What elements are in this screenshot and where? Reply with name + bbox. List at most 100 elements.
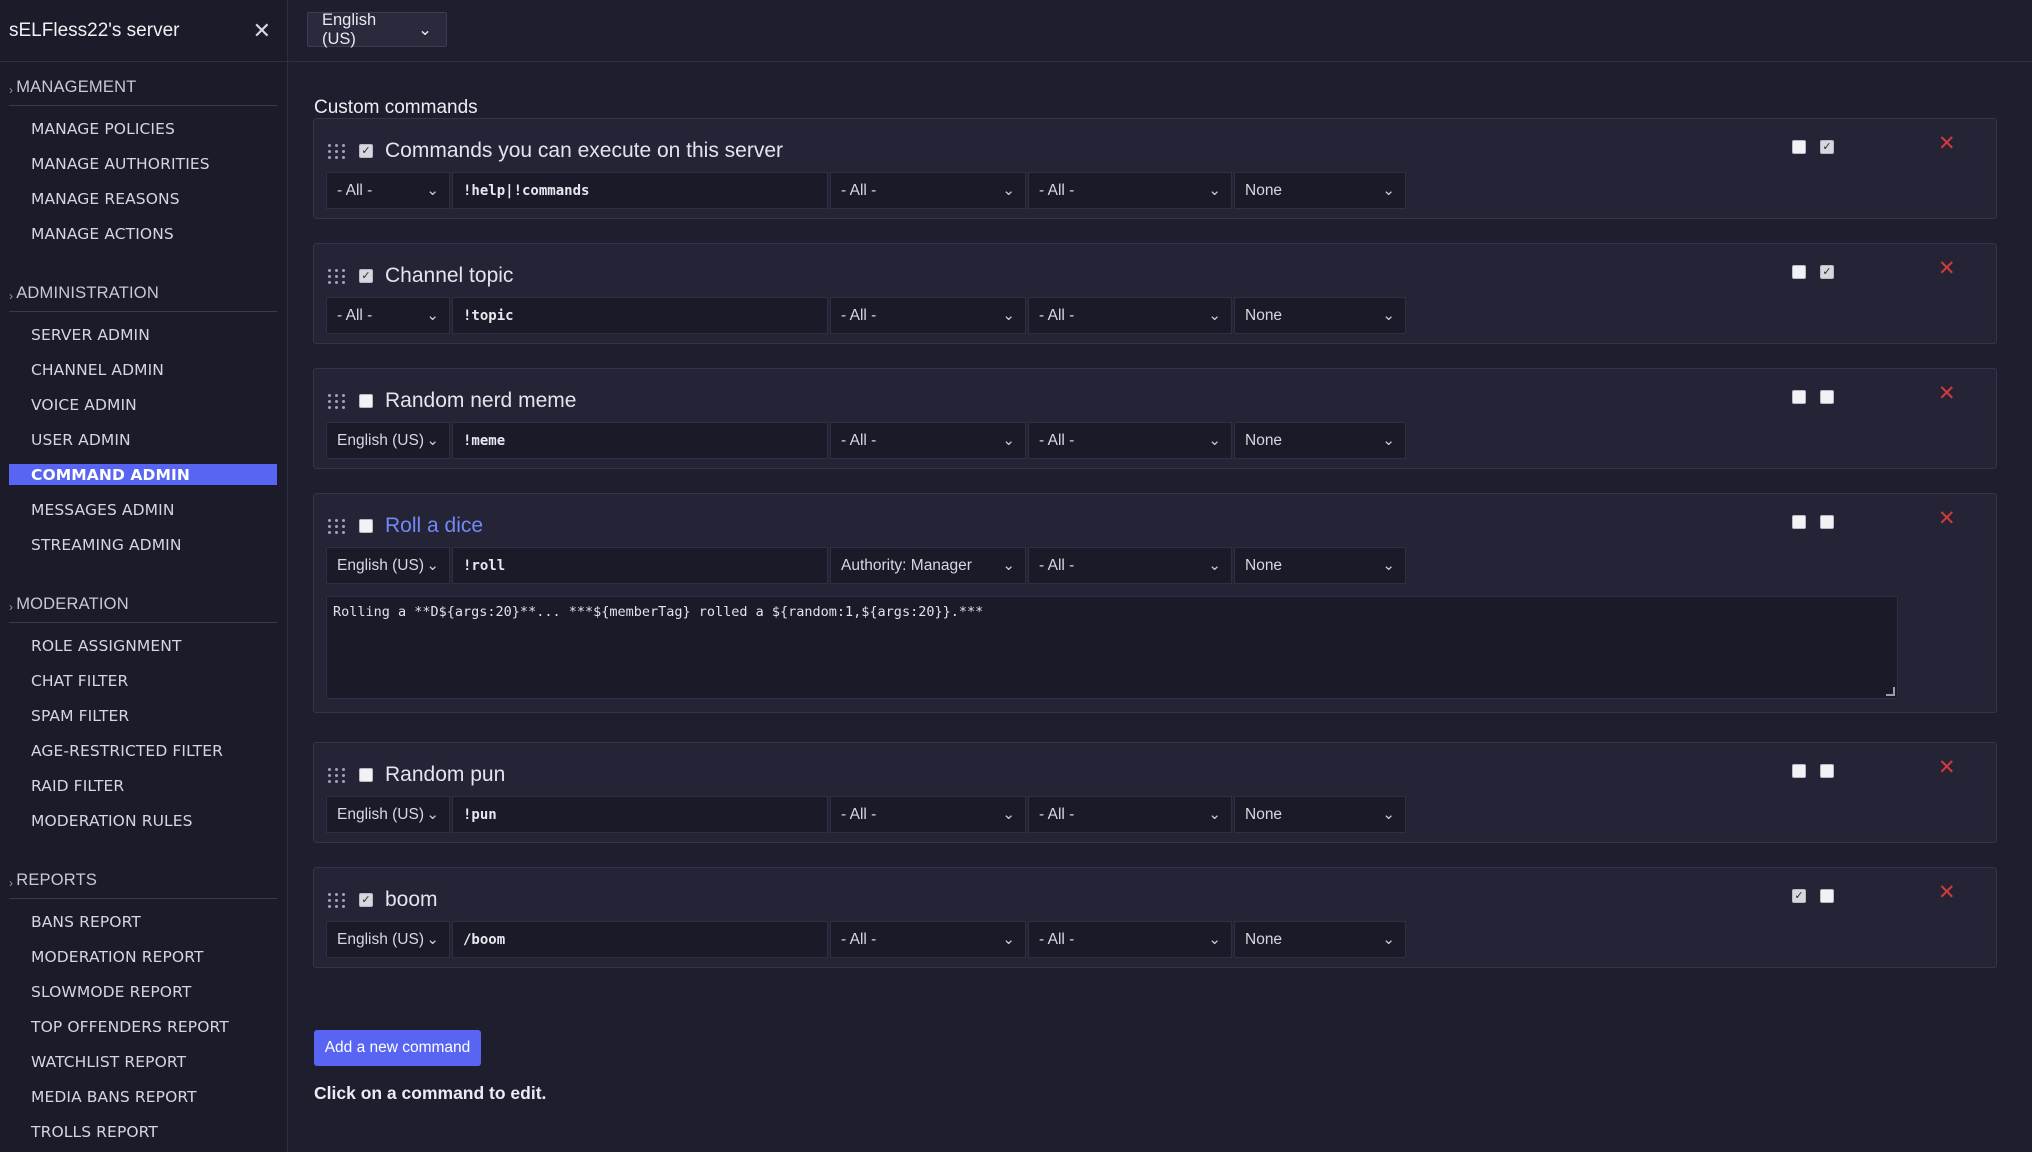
response-textarea[interactable]: Rolling a **D${args:20}**... ***${member… — [326, 596, 1898, 699]
command-flag-b-checkbox[interactable] — [1820, 889, 1834, 903]
sidebar-item-manage-reasons[interactable]: MANAGE REASONS — [9, 188, 277, 209]
sidebar-item-user-admin[interactable]: USER ADMIN — [9, 429, 277, 450]
command-name[interactable]: Random nerd meme — [385, 389, 576, 413]
delete-icon[interactable]: ✕ — [1938, 882, 1956, 903]
command-card[interactable]: Random nerd meme ✕ English (US) ⌄ !meme - All… — [313, 368, 1997, 469]
delete-icon[interactable]: ✕ — [1938, 258, 1956, 279]
sidebar-item-media-bans-report[interactable]: MEDIA BANS REPORT — [9, 1086, 277, 1107]
sidebar-item-trolls-report[interactable]: TROLLS REPORT — [9, 1121, 277, 1142]
sidebar-item-age-restricted-filter[interactable]: AGE-RESTRICTED FILTER — [9, 740, 277, 761]
command-card[interactable]: Random pun ✕ English (US) ⌄ !pun - All - ⌄ - Al… — [313, 742, 1997, 843]
sidebar-item-slowmode-report[interactable]: SLOWMODE REPORT — [9, 981, 277, 1002]
command-card[interactable]: ✓ Channel topic ✓ ✕ - All - ⌄ !topic - All - ⌄ - … — [313, 243, 1997, 344]
sidebar-item-manage-actions[interactable]: MANAGE ACTIONS — [9, 223, 277, 244]
command-enabled-checkbox[interactable]: ✓ — [359, 893, 373, 907]
sidebar-item-watchlist-report[interactable]: WATCHLIST REPORT — [9, 1051, 277, 1072]
trigger-input[interactable]: !help|!commands — [452, 172, 828, 209]
section-title[interactable]: › MANAGEMENT — [9, 62, 277, 106]
drag-handle-icon[interactable] — [328, 892, 346, 908]
delete-icon[interactable]: ✕ — [1938, 757, 1956, 778]
command-card[interactable]: ✓ boom ✓ ✕ English (US) ⌄/boom - All - ⌄ - All -… — [313, 867, 1997, 968]
drag-handle-icon[interactable] — [328, 393, 346, 409]
response-type-select[interactable]: None ⌄ — [1234, 422, 1406, 459]
sidebar-item-command-admin[interactable]: COMMAND ADMIN — [9, 464, 277, 485]
command-name[interactable]: boom — [385, 888, 438, 912]
command-name[interactable]: Commands you can execute on this server — [385, 139, 783, 163]
close-icon[interactable]: ✕ — [253, 19, 271, 42]
language-select[interactable]: - All - ⌄ — [326, 297, 450, 334]
command-flag-a-checkbox[interactable] — [1792, 390, 1806, 404]
trigger-input[interactable]: !topic — [452, 297, 828, 334]
command-flag-b-checkbox[interactable] — [1820, 390, 1834, 404]
drag-handle-icon[interactable] — [328, 518, 346, 534]
command-enabled-checkbox[interactable]: ✓ — [359, 144, 373, 158]
sidebar-item-moderation-rules[interactable]: MODERATION RULES — [9, 810, 277, 831]
language-select[interactable]: English (US) ⌄ — [307, 11, 447, 48]
command-flag-a-checkbox[interactable]: ✓ — [1792, 889, 1806, 903]
sidebar-item-channel-admin[interactable]: CHANNEL ADMIN — [9, 359, 277, 380]
command-flag-a-checkbox[interactable] — [1792, 140, 1806, 154]
command-flag-a-checkbox[interactable] — [1792, 764, 1806, 778]
response-type-select[interactable]: None ⌄ — [1234, 547, 1406, 584]
command-name[interactable]: Random pun — [385, 763, 505, 787]
sidebar-item-role-assignment[interactable]: ROLE ASSIGNMENT — [9, 635, 277, 656]
command-enabled-checkbox[interactable]: ✓ — [359, 269, 373, 283]
authority-select[interactable]: - All - ⌄ — [830, 796, 1026, 833]
sidebar-item-spam-filter[interactable]: SPAM FILTER — [9, 705, 277, 726]
channel-select[interactable]: - All - ⌄ — [1028, 547, 1232, 584]
sidebar-item-raid-filter[interactable]: RAID FILTER — [9, 775, 277, 796]
section-title[interactable]: › MODERATION — [9, 579, 277, 623]
drag-handle-icon[interactable] — [328, 143, 346, 159]
section-title[interactable]: › REPORTS — [9, 855, 277, 899]
language-select[interactable]: English (US) ⌄ — [326, 547, 450, 584]
authority-select[interactable]: - All - ⌄ — [830, 297, 1026, 334]
response-type-select[interactable]: None ⌄ — [1234, 921, 1406, 958]
language-select[interactable]: - All - ⌄ — [326, 172, 450, 209]
command-name[interactable]: Channel topic — [385, 264, 513, 288]
command-card[interactable]: Roll a dice ✕ English (US) ⌄ !roll Authority:… — [313, 493, 1997, 713]
drag-handle-icon[interactable] — [328, 268, 346, 284]
trigger-input[interactable]: /boom — [452, 921, 828, 958]
command-flag-b-checkbox[interactable]: ✓ — [1820, 140, 1834, 154]
sidebar-item-top-offenders-report[interactable]: TOP OFFENDERS REPORT — [9, 1016, 277, 1037]
language-select[interactable]: English (US) ⌄ — [326, 921, 450, 958]
sidebar-item-chat-filter[interactable]: CHAT FILTER — [9, 670, 277, 691]
sidebar-item-manage-policies[interactable]: MANAGE POLICIES — [9, 118, 277, 139]
trigger-input[interactable]: !roll — [452, 547, 828, 584]
drag-handle-icon[interactable] — [328, 767, 346, 783]
sidebar-item-streaming-admin[interactable]: STREAMING ADMIN — [9, 534, 277, 555]
response-type-select[interactable]: None ⌄ — [1234, 796, 1406, 833]
trigger-input[interactable]: !pun — [452, 796, 828, 833]
command-card[interactable]: ✓ Commands you can execute on this server… — [313, 118, 1997, 219]
trigger-input[interactable]: !meme — [452, 422, 828, 459]
sidebar-item-manage-authorities[interactable]: MANAGE AUTHORITIES — [9, 153, 277, 174]
command-name[interactable]: Roll a dice — [385, 514, 483, 538]
command-enabled-checkbox[interactable] — [359, 519, 373, 533]
command-flag-b-checkbox[interactable] — [1820, 515, 1834, 529]
sidebar-item-messages-admin[interactable]: MESSAGES ADMIN — [9, 499, 277, 520]
command-enabled-checkbox[interactable] — [359, 768, 373, 782]
authority-select[interactable]: - All - ⌄ — [830, 172, 1026, 209]
channel-select[interactable]: - All - ⌄ — [1028, 172, 1232, 209]
sidebar-item-bans-report[interactable]: BANS REPORT — [9, 911, 277, 932]
authority-select[interactable]: - All - ⌄ — [830, 921, 1026, 958]
sidebar-item-moderation-report[interactable]: MODERATION REPORT — [9, 946, 277, 967]
resize-handle-icon[interactable] — [1886, 687, 1895, 696]
command-flag-b-checkbox[interactable]: ✓ — [1820, 265, 1834, 279]
authority-select[interactable]: Authority: Manager ⌄ — [830, 547, 1026, 584]
command-flag-a-checkbox[interactable] — [1792, 265, 1806, 279]
response-type-select[interactable]: None ⌄ — [1234, 297, 1406, 334]
authority-select[interactable]: - All - ⌄ — [830, 422, 1026, 459]
delete-icon[interactable]: ✕ — [1938, 133, 1956, 154]
command-flag-b-checkbox[interactable] — [1820, 764, 1834, 778]
delete-icon[interactable]: ✕ — [1938, 383, 1956, 404]
section-title[interactable]: › ADMINISTRATION — [9, 268, 277, 312]
channel-select[interactable]: - All - ⌄ — [1028, 297, 1232, 334]
language-select[interactable]: English (US) ⌄ — [326, 796, 450, 833]
command-flag-a-checkbox[interactable] — [1792, 515, 1806, 529]
channel-select[interactable]: - All - ⌄ — [1028, 422, 1232, 459]
language-select[interactable]: English (US) ⌄ — [326, 422, 450, 459]
channel-select[interactable]: - All - ⌄ — [1028, 921, 1232, 958]
sidebar-item-server-admin[interactable]: SERVER ADMIN — [9, 324, 277, 345]
command-enabled-checkbox[interactable] — [359, 394, 373, 408]
